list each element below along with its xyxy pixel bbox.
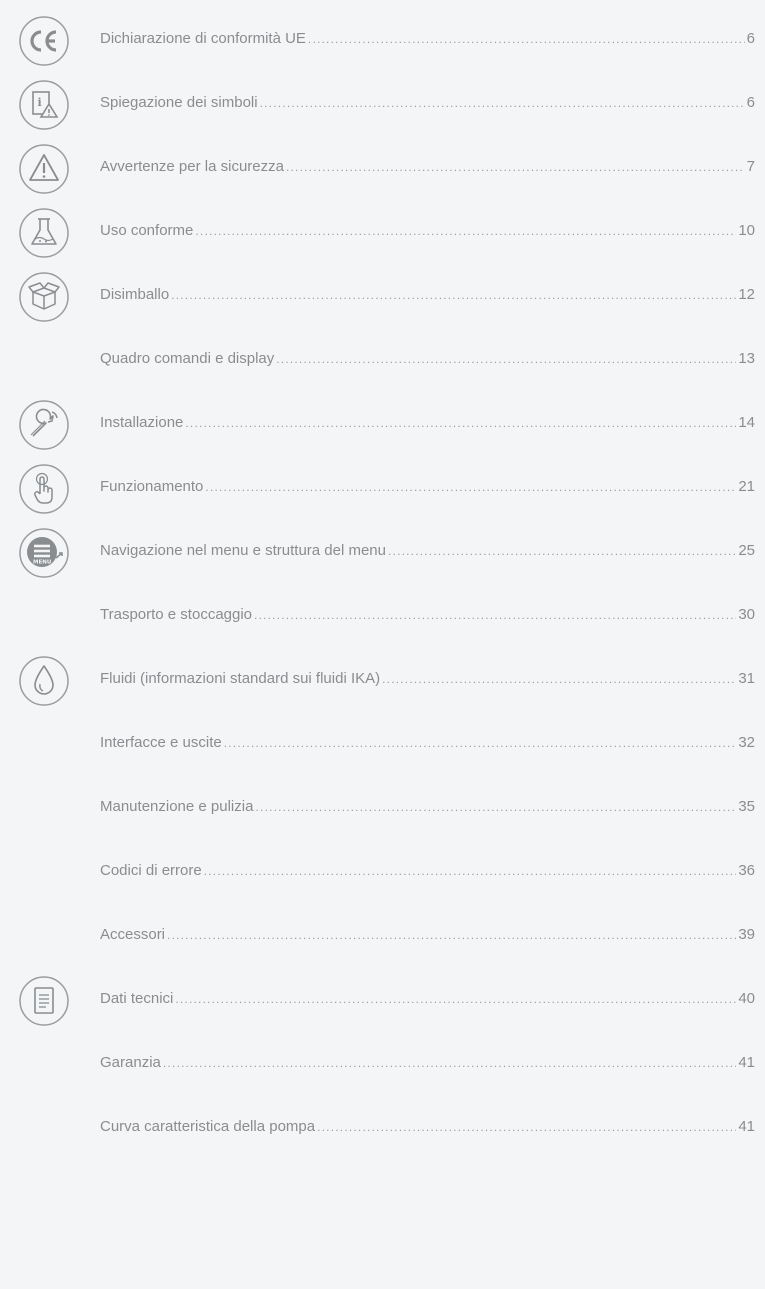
toc-title: Installazione (100, 414, 184, 431)
drop-icon (18, 655, 70, 707)
leader-dots (167, 925, 736, 945)
leader-dots (317, 1117, 736, 1137)
toc-title: Dichiarazione di conformità UE (100, 30, 306, 47)
toc-page: 40 (738, 990, 755, 1007)
toc-page: 31 (738, 670, 755, 687)
leader-dots (224, 733, 737, 753)
toc-page: 12 (738, 286, 755, 303)
toc-entry-unpacking[interactable]: Disimballo 12 (0, 269, 765, 325)
touch-hand-icon (18, 463, 70, 515)
flask-icon (18, 207, 70, 259)
toc-page: 41 (738, 1118, 755, 1135)
toc-title: Navigazione nel menu e struttura del men… (100, 542, 386, 559)
toc-page: 13 (738, 350, 755, 367)
toc-title: Funzionamento (100, 478, 204, 495)
svg-text:i: i (38, 96, 42, 109)
toc-entry-warranty[interactable]: Garanzia 41 (0, 1037, 765, 1093)
toc-entry-technical-data[interactable]: Dati tecnici 40 (0, 973, 765, 1029)
table-of-contents: Dichiarazione di conformità UE 6 i Spiega… (0, 0, 765, 1289)
toc-page: 30 (738, 606, 755, 623)
document-icon (18, 975, 70, 1027)
leader-dots (163, 1053, 736, 1073)
toc-page: 7 (746, 158, 755, 175)
toc-title: Garanzia (100, 1054, 161, 1071)
toc-page: 6 (746, 30, 755, 47)
toc-title: Uso conforme (100, 222, 194, 239)
toc-title: Accessori (100, 926, 166, 943)
info-warning-icon: i (18, 79, 70, 131)
leader-dots (171, 285, 736, 305)
toc-entry-accessories[interactable]: Accessori 39 (0, 909, 765, 965)
leader-dots (260, 93, 745, 113)
toc-page: 41 (738, 1054, 755, 1071)
toc-page: 25 (738, 542, 755, 559)
toc-entry-pump-curve[interactable]: Curva caratteristica della pompa 41 (0, 1101, 765, 1157)
toc-page: 21 (738, 478, 755, 495)
toc-entry-fluids[interactable]: Fluidi (informazioni standard sui fluidi… (0, 653, 765, 709)
toc-title: Fluidi (informazioni standard sui fluidi… (100, 670, 381, 687)
leader-dots (308, 29, 745, 49)
toc-page: 39 (738, 926, 755, 943)
leader-dots (255, 797, 736, 817)
leader-dots (185, 413, 736, 433)
toc-entry-symbols[interactable]: i Spiegazione dei simboli 6 (0, 77, 765, 133)
toc-title: Curva caratteristica della pompa (100, 1118, 316, 1135)
toc-page: 36 (738, 862, 755, 879)
toc-page: 35 (738, 798, 755, 815)
toc-entry-safety[interactable]: Avvertenze per la sicurezza 7 (0, 141, 765, 197)
ce-mark-icon (18, 15, 70, 67)
leader-dots (286, 157, 745, 177)
toc-entry-interfaces[interactable]: Interfacce e uscite 32 (0, 717, 765, 773)
toc-entry-transport[interactable]: Trasporto e stoccaggio 30 (0, 589, 765, 645)
leader-dots (195, 221, 736, 241)
toc-page: 14 (738, 414, 755, 431)
leader-dots (254, 605, 736, 625)
toc-title: Trasporto e stoccaggio (100, 606, 253, 623)
toc-page: 6 (746, 94, 755, 111)
leader-dots (175, 989, 736, 1009)
leader-dots (388, 541, 736, 561)
toc-entry-eu-declaration[interactable]: Dichiarazione di conformità UE 6 (0, 13, 765, 69)
box-icon (18, 271, 70, 323)
menu-icon: MENU (18, 527, 70, 579)
toc-title: Spiegazione dei simboli (100, 94, 258, 111)
toc-entry-operation[interactable]: Funzionamento 21 (0, 461, 765, 517)
toc-page: 32 (738, 734, 755, 751)
toc-page: 10 (738, 222, 755, 239)
toc-title: Quadro comandi e display (100, 350, 275, 367)
toc-entry-control-panel[interactable]: Quadro comandi e display 13 (0, 333, 765, 389)
toc-entry-maintenance[interactable]: Manutenzione e pulizia 35 (0, 781, 765, 837)
toc-title: Codici di errore (100, 862, 202, 879)
svg-text:MENU: MENU (33, 560, 51, 566)
toc-entry-error-codes[interactable]: Codici di errore 36 (0, 845, 765, 901)
toc-title: Disimballo (100, 286, 170, 303)
wrench-icon (18, 399, 70, 451)
leader-dots (382, 669, 736, 689)
toc-entry-installation[interactable]: Installazione 14 (0, 397, 765, 453)
leader-dots (204, 861, 737, 881)
toc-title: Interfacce e uscite (100, 734, 222, 751)
toc-entry-intended-use[interactable]: Uso conforme 10 (0, 205, 765, 261)
toc-entry-menu-navigation[interactable]: MENU Navigazione nel menu e struttura de… (0, 525, 765, 581)
warning-triangle-icon (18, 143, 70, 195)
toc-title: Dati tecnici (100, 990, 174, 1007)
toc-title: Manutenzione e pulizia (100, 798, 254, 815)
toc-title: Avvertenze per la sicurezza (100, 158, 284, 175)
leader-dots (276, 349, 736, 369)
leader-dots (205, 477, 736, 497)
